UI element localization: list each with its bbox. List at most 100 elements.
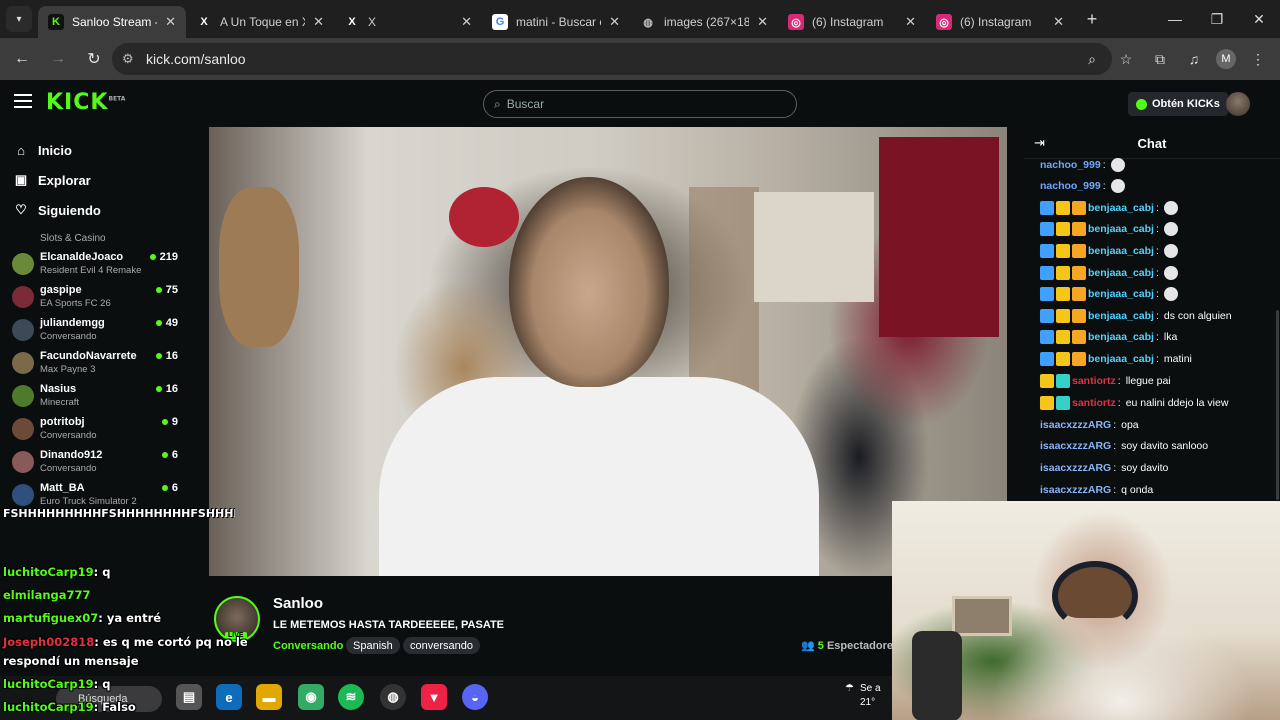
kick-logo[interactable]: KICKBETA bbox=[46, 90, 125, 115]
chat-username[interactable]: isaacxzzzARG bbox=[1040, 419, 1111, 431]
maximize-button[interactable]: ❐ bbox=[1196, 0, 1238, 38]
wall-posters bbox=[754, 192, 874, 302]
close-tab-icon[interactable]: ✕ bbox=[461, 14, 472, 30]
browser-tab[interactable]: Gmatini - Buscar c ✕ bbox=[482, 6, 630, 38]
chat-username[interactable]: isaacxzzzARG bbox=[1040, 462, 1111, 474]
extensions-icon[interactable]: ⧉ bbox=[1148, 47, 1172, 71]
chat-username[interactable]: nachoo_999 bbox=[1040, 159, 1101, 171]
chat-username[interactable]: benjaaa_cabj bbox=[1088, 245, 1154, 257]
chat-username[interactable]: benjaaa_cabj bbox=[1088, 267, 1154, 279]
chat-username[interactable]: benjaaa_cabj bbox=[1088, 353, 1154, 365]
chat-username[interactable]: benjaaa_cabj bbox=[1088, 310, 1154, 322]
sidebar-item-explorar[interactable]: ▣ Explorar bbox=[0, 165, 190, 195]
chat-username[interactable]: santiortz bbox=[1072, 375, 1116, 387]
chat-username[interactable]: nachoo_999 bbox=[1040, 180, 1101, 192]
channel-item[interactable]: Nasius Minecraft 16 bbox=[12, 382, 182, 415]
chat-username[interactable]: benjaaa_cabj bbox=[1088, 223, 1154, 235]
chat-username[interactable]: benjaaa_cabj bbox=[1088, 288, 1154, 300]
live-dot-icon bbox=[155, 287, 162, 293]
video-player[interactable] bbox=[209, 127, 1007, 576]
chrome-icon[interactable]: ◉ bbox=[298, 684, 324, 710]
brave-icon[interactable]: ▼ bbox=[421, 684, 447, 710]
discord-icon[interactable]: ◒ bbox=[462, 684, 488, 710]
stream-category[interactable]: Conversando bbox=[273, 640, 343, 652]
sidebar-item-siguiendo[interactable]: ♡ Siguiendo bbox=[0, 195, 190, 225]
browser-tab[interactable]: X X ✕ bbox=[334, 6, 482, 38]
reload-button[interactable]: ↻ bbox=[78, 43, 110, 75]
chat-username[interactable]: isaacxzzzARG bbox=[1040, 440, 1111, 452]
zoom-icon[interactable]: ⌕ bbox=[1080, 47, 1104, 71]
chat-text: lka bbox=[1163, 331, 1178, 343]
close-tab-icon[interactable]: ✕ bbox=[165, 14, 176, 30]
close-tab-icon[interactable]: ✕ bbox=[313, 14, 324, 30]
overlay-text: : q bbox=[93, 677, 111, 691]
tag-language[interactable]: Spanish bbox=[346, 637, 400, 654]
chat-badge-icon bbox=[1056, 374, 1070, 388]
search-input[interactable]: ⌕ Buscar bbox=[483, 90, 797, 118]
media-control-icon[interactable]: ♫ bbox=[1182, 47, 1206, 71]
channel-avatar bbox=[12, 319, 34, 341]
viewers-label: Espectadores bbox=[826, 640, 900, 652]
get-kicks-button[interactable]: Obtén KICKs bbox=[1128, 92, 1228, 116]
bookmark-star-icon[interactable]: ☆ bbox=[1114, 47, 1138, 71]
spotify-icon[interactable]: ≋ bbox=[338, 684, 364, 710]
edge-icon[interactable]: e bbox=[216, 684, 242, 710]
minimize-button[interactable]: — bbox=[1154, 0, 1196, 38]
tab-search-button[interactable]: ▾ bbox=[6, 6, 32, 32]
user-avatar[interactable] bbox=[1226, 92, 1250, 116]
chat-message: benjaaa_cabj: ds con alguien bbox=[1040, 306, 1232, 326]
channel-item[interactable]: juliandemgg Conversando 49 bbox=[12, 316, 182, 349]
chat-username[interactable]: santiortz bbox=[1072, 397, 1116, 409]
browser-tab[interactable]: ◎ (6) Instagram ✕ bbox=[926, 6, 1074, 38]
browser-tab[interactable]: K Sanloo Stream - ✕ bbox=[38, 6, 186, 38]
site-info-icon[interactable]: ⚙ bbox=[122, 51, 146, 67]
chat-message: benjaaa_cabj: bbox=[1040, 219, 1178, 239]
viewer-count-text: 219 bbox=[159, 251, 178, 263]
channel-name: ElcanaldeJoaco bbox=[40, 251, 124, 263]
new-tab-button[interactable]: + bbox=[1078, 9, 1106, 30]
weather-widget[interactable]: ☂ Se a 21° bbox=[845, 682, 881, 710]
chat-emote-icon bbox=[1163, 287, 1178, 301]
chat-username[interactable]: benjaaa_cabj bbox=[1088, 331, 1154, 343]
chat-username[interactable]: isaacxzzzARG bbox=[1040, 484, 1111, 496]
close-window-button[interactable]: ✕ bbox=[1238, 0, 1280, 38]
chat-badge-icon bbox=[1072, 266, 1086, 280]
overlay-chat-line: respondí un mensaje bbox=[3, 654, 139, 668]
channel-game: Minecraft bbox=[40, 397, 80, 408]
close-tab-icon[interactable]: ✕ bbox=[609, 14, 620, 30]
channel-item[interactable]: gaspipe EA Sports FC 26 75 bbox=[12, 283, 182, 316]
file-explorer-icon[interactable]: ▬ bbox=[256, 684, 282, 710]
browser-tab[interactable]: X A Un Toque en X ✕ bbox=[186, 6, 334, 38]
chat-username[interactable]: benjaaa_cabj bbox=[1088, 202, 1154, 214]
task-view-icon[interactable]: ▤ bbox=[176, 684, 202, 710]
viewer-count: 👥 5 Espectadores bbox=[801, 639, 899, 652]
browser-tab[interactable]: ◎ (6) Instagram ✕ bbox=[778, 6, 926, 38]
streamer-name[interactable]: Sanloo bbox=[273, 595, 323, 612]
channel-category: Slots & Casino bbox=[40, 233, 106, 244]
tag-conversando[interactable]: conversando bbox=[403, 637, 480, 654]
chat-badge-icon bbox=[1040, 287, 1054, 301]
back-button[interactable]: ← bbox=[6, 43, 38, 75]
profile-avatar[interactable]: M bbox=[1216, 49, 1236, 69]
channel-item[interactable]: ElcanaldeJoaco Resident Evil 4 Remake 219 bbox=[12, 250, 182, 283]
viewers-number: 5 bbox=[817, 640, 824, 652]
chat-text: matini bbox=[1163, 353, 1192, 365]
address-bar[interactable]: ⚙ kick.com/sanloo bbox=[112, 43, 1112, 75]
chat-badge-icon bbox=[1056, 352, 1070, 366]
close-tab-icon[interactable]: ✕ bbox=[905, 14, 916, 30]
webcam-overlay bbox=[892, 501, 1280, 720]
browser-tab[interactable]: ◍ images (267×18 ✕ bbox=[630, 6, 778, 38]
close-tab-icon[interactable]: ✕ bbox=[757, 14, 768, 30]
menu-icon[interactable] bbox=[14, 94, 32, 108]
channel-item[interactable]: FacundoNavarrete Max Payne 3 16 bbox=[12, 349, 182, 382]
close-tab-icon[interactable]: ✕ bbox=[1053, 14, 1064, 30]
obs-icon[interactable]: ◍ bbox=[380, 684, 406, 710]
tab-title: A Un Toque en X bbox=[220, 15, 306, 29]
chat-scrollbar[interactable] bbox=[1276, 310, 1279, 500]
channel-item[interactable]: potritobj Conversando 9 bbox=[12, 415, 182, 448]
sidebar-item-inicio[interactable]: ⌂ Inicio bbox=[0, 135, 190, 165]
channel-item[interactable]: Dinando912 Conversando 6 bbox=[12, 448, 182, 481]
browser-menu-icon[interactable]: ⋮ bbox=[1246, 47, 1270, 71]
forward-button[interactable]: → bbox=[42, 43, 74, 75]
chat-badge-icon bbox=[1056, 222, 1070, 236]
